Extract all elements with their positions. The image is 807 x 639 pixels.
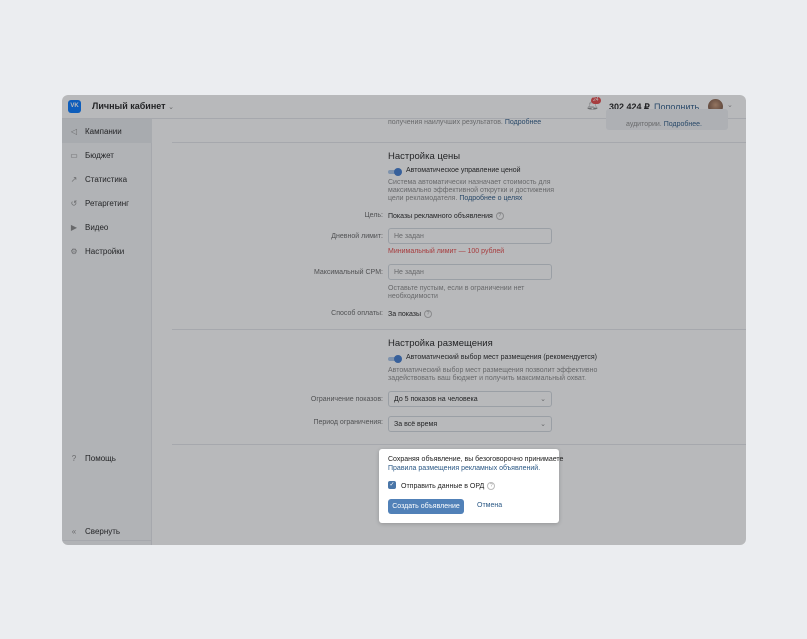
ord-label: Отправить данные в ОРД?: [401, 482, 496, 490]
terms-link[interactable]: Правила размещения рекламных объявлений.: [388, 465, 540, 472]
cancel-button[interactable]: Отмена: [477, 502, 502, 509]
save-popup: Сохраняя объявление, вы безоговорочно пр…: [379, 449, 563, 523]
terms-text: Сохраняя объявление, вы безоговорочно пр…: [388, 456, 564, 463]
help-icon[interactable]: ?: [487, 482, 496, 490]
create-ad-button[interactable]: Создать объявление: [388, 499, 464, 514]
ord-checkbox[interactable]: ✓: [388, 481, 396, 489]
